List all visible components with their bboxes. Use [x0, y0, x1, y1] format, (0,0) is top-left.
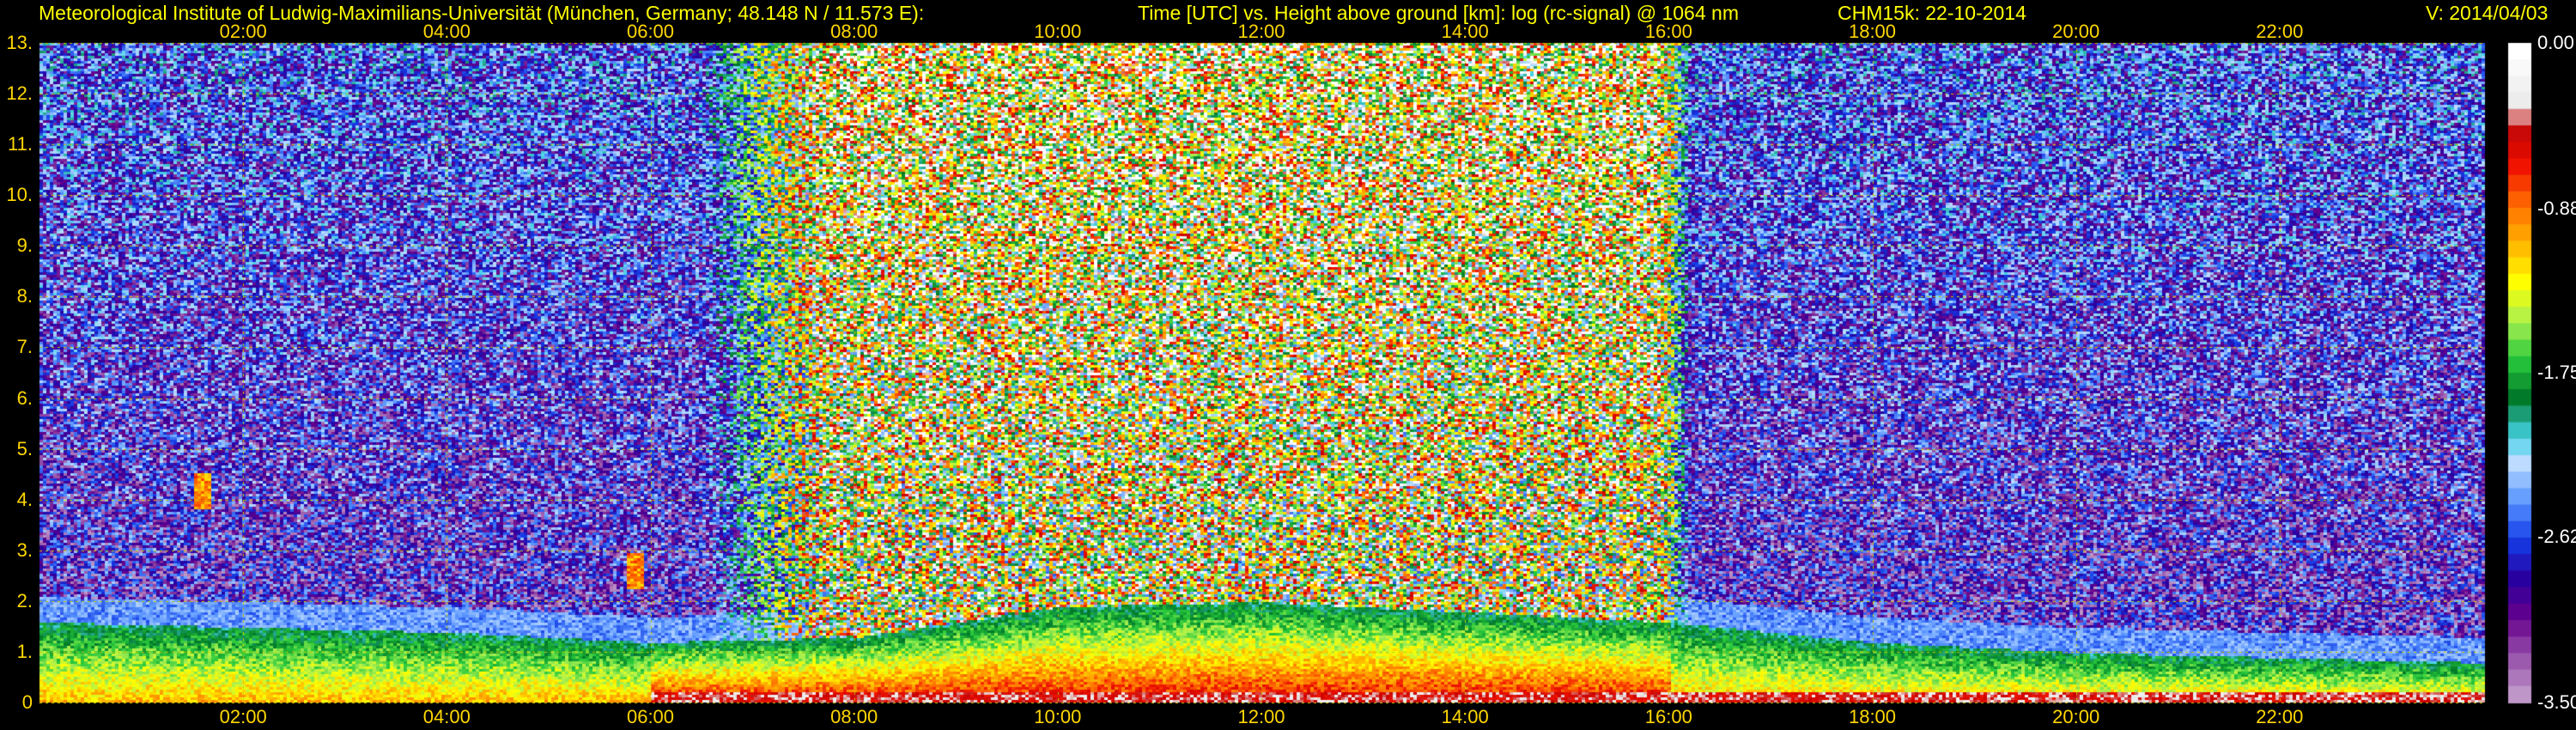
- colorbar-tick-label: -1.75: [2537, 362, 2576, 383]
- x-tick-label-top: 22:00: [2256, 21, 2304, 42]
- backscatter-heatmap: [0, 0, 2576, 730]
- y-tick-label: 12.: [6, 82, 33, 105]
- y-tick-label: 10.: [6, 184, 33, 206]
- y-tick-label: 5.: [16, 437, 33, 459]
- x-tick-label-bottom: 06:00: [626, 706, 675, 727]
- x-tick-label-top: 12:00: [1237, 21, 1285, 42]
- x-tick-label-top: 10:00: [1034, 21, 1082, 42]
- y-tick-label: 1.: [16, 640, 33, 662]
- y-tick-label: 3.: [16, 538, 33, 561]
- version-label: V: 2014/04/03: [2426, 2, 2549, 24]
- x-tick-label-top: 18:00: [1848, 21, 1897, 42]
- x-tick-label-top: 04:00: [422, 21, 471, 42]
- y-tick-label: 7.: [16, 336, 33, 358]
- x-tick-label-top: 06:00: [626, 21, 675, 42]
- x-tick-label-top: 08:00: [830, 21, 878, 42]
- x-tick-label-bottom: 14:00: [1441, 706, 1489, 727]
- x-tick-label-bottom: 12:00: [1237, 706, 1285, 727]
- y-tick-label: 13.: [6, 32, 33, 53]
- colorbar-tick-label: -2.62: [2537, 525, 2576, 547]
- y-tick-label: 2.: [16, 589, 33, 611]
- y-tick-label: 0: [21, 691, 33, 713]
- y-tick-label: 4.: [16, 488, 33, 510]
- x-tick-label-bottom: 10:00: [1034, 706, 1082, 727]
- colorbar-tick-label: -3.50: [2537, 691, 2576, 713]
- x-tick-label-bottom: 16:00: [1644, 706, 1692, 727]
- y-tick-label: 11.: [8, 133, 33, 155]
- x-tick-label-bottom: 20:00: [2052, 706, 2100, 727]
- x-tick-label-bottom: 18:00: [1848, 706, 1897, 727]
- x-tick-label-bottom: 08:00: [830, 706, 878, 727]
- colorbar-tick-label: -0.88: [2537, 198, 2576, 220]
- x-tick-label-top: 02:00: [219, 21, 267, 42]
- ceilometer-chart: Meteorological Institute of Ludwig-Maxim…: [0, 0, 2576, 730]
- x-tick-label-bottom: 02:00: [219, 706, 267, 727]
- x-tick-label-top: 20:00: [2052, 21, 2100, 42]
- institute-label: Meteorological Institute of Ludwig-Maxim…: [39, 2, 925, 24]
- x-tick-label-top: 14:00: [1441, 21, 1489, 42]
- x-tick-label-top: 16:00: [1644, 21, 1692, 42]
- y-tick-label: 8.: [16, 285, 33, 307]
- colorbar-tick-label: 0.00: [2537, 32, 2574, 53]
- y-tick-label: 6.: [16, 386, 33, 409]
- y-tick-label: 9.: [16, 234, 33, 257]
- x-tick-label-bottom: 04:00: [422, 706, 471, 727]
- x-tick-label-bottom: 22:00: [2256, 706, 2304, 727]
